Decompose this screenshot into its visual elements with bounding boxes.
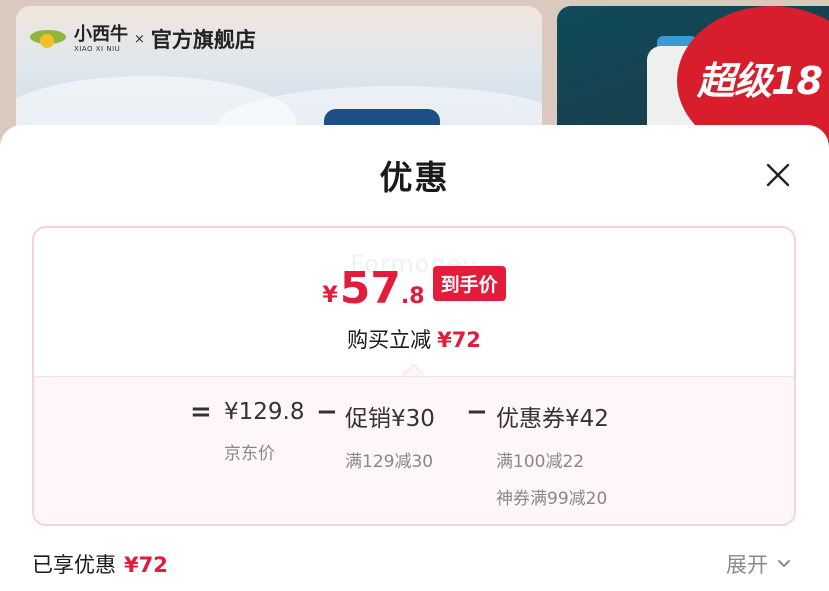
equals-sign: = xyxy=(190,397,212,427)
expand-label: 展开 xyxy=(726,553,768,577)
close-icon xyxy=(766,163,790,187)
brand-name-cn: 小西牛 xyxy=(74,23,128,45)
coupon-value: 优惠券¥42 xyxy=(496,406,609,432)
discount-sheet: 优惠 Formoney ¥ 57 .8 到手价 购买立减 ¥72 = ¥129.8… xyxy=(0,125,829,591)
currency-symbol: ¥ xyxy=(322,283,338,308)
promotion-rule: 满129减30 xyxy=(345,452,434,472)
enjoyed-discount-label: 已享优惠 xyxy=(32,553,116,577)
super-coupon-rule: 神券满99减20 xyxy=(496,489,608,509)
enjoyed-discount: 已享优惠 ¥72 xyxy=(32,549,168,579)
final-price-row: ¥ 57 .8 到手价 xyxy=(34,266,794,311)
instant-discount-label: 购买立减 xyxy=(347,328,432,352)
instant-discount: 购买立减 ¥72 xyxy=(34,324,794,354)
brand-logo-icon xyxy=(30,26,68,52)
jd-price-label: 京东价 xyxy=(224,444,275,464)
price-breakdown: = ¥129.8 京东价 − 促销¥30 满129减30 − 优惠券¥42 满1… xyxy=(34,376,794,524)
breakdown-promotion: 促销¥30 满129减30 xyxy=(345,399,435,472)
minus-sign: − xyxy=(316,397,338,427)
enjoyed-discount-amount: ¥72 xyxy=(124,553,168,577)
brand-name: 小西牛 XIAO XI NIU xyxy=(74,23,128,53)
close-button[interactable] xyxy=(760,157,796,193)
final-price: ¥ 57 .8 xyxy=(322,267,424,311)
sheet-title: 优惠 xyxy=(379,158,450,197)
expand-button[interactable]: 展开 xyxy=(726,549,792,579)
minus-sign: − xyxy=(466,397,488,427)
price-card: Formoney ¥ 57 .8 到手价 购买立减 ¥72 = ¥129.8 京东… xyxy=(32,226,796,526)
instant-discount-amount: ¥72 xyxy=(437,328,481,352)
coupon-rule: 满100减22 xyxy=(496,452,585,472)
brand-name-en: XIAO XI NIU xyxy=(74,44,121,53)
promotion-value: 促销¥30 xyxy=(345,406,435,432)
store-logo[interactable]: 小西牛 XIAO XI NIU × 官方旗舰店 xyxy=(30,24,256,54)
price-integer: 57 xyxy=(339,263,401,314)
brand-separator: × xyxy=(134,31,145,47)
promo-text: 超级18 xyxy=(697,59,823,103)
final-price-badge: 到手价 xyxy=(432,266,506,301)
jd-price-value: ¥129.8 xyxy=(224,399,305,425)
breakdown-jd-price: ¥129.8 京东价 xyxy=(224,399,304,464)
price-decimal: .8 xyxy=(400,284,425,309)
breakdown-coupon: 优惠券¥42 满100减22 神券满99减20 xyxy=(496,399,609,509)
store-name: 官方旗舰店 xyxy=(150,28,256,52)
chevron-down-icon xyxy=(778,560,790,567)
